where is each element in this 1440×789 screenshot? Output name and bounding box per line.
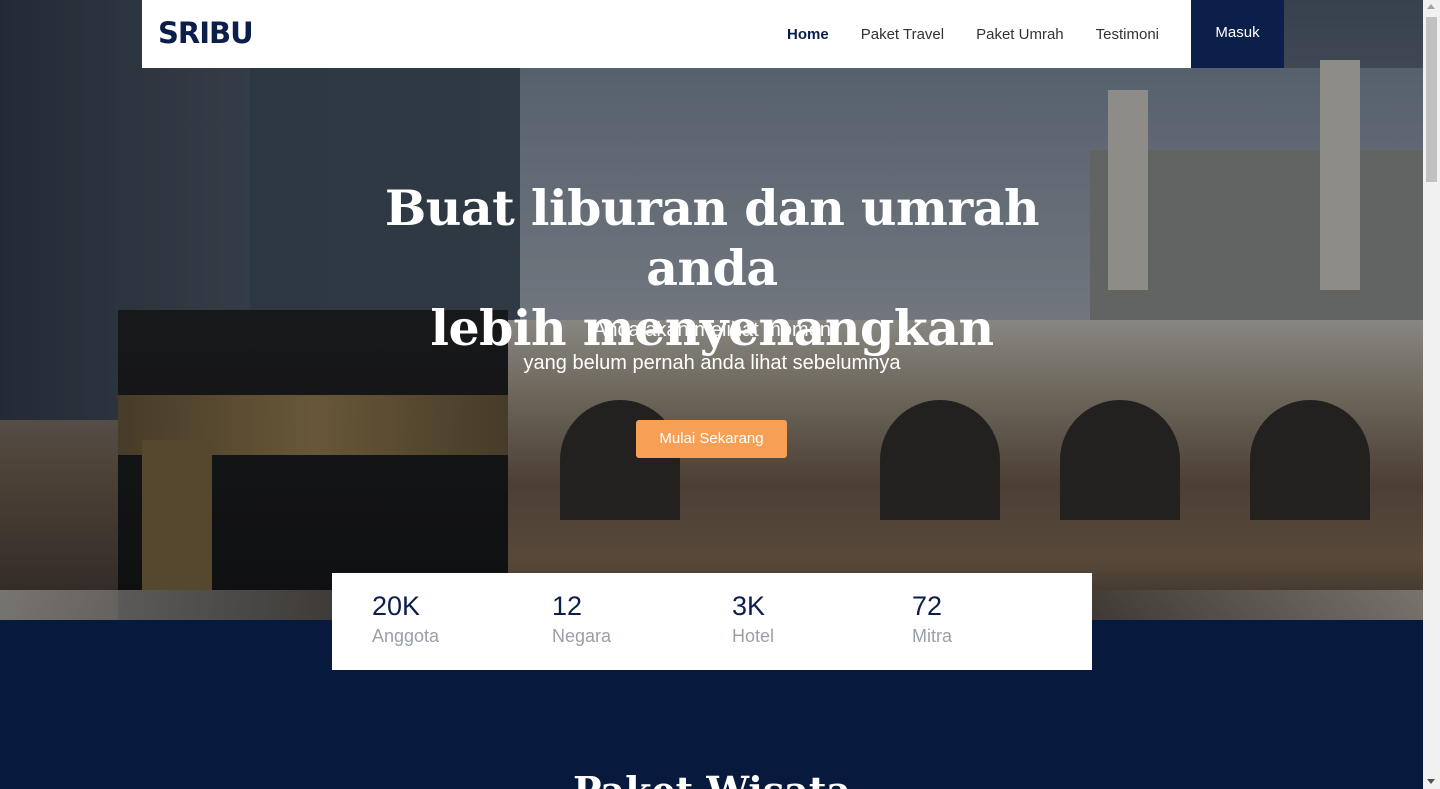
scroll-up-arrow-icon[interactable]	[1427, 4, 1435, 9]
nav-links: Home Paket Travel Paket Umrah Testimoni	[787, 0, 1159, 68]
nav-link-testimoni[interactable]: Testimoni	[1096, 26, 1159, 43]
nav-link-paket-umrah[interactable]: Paket Umrah	[976, 26, 1064, 43]
hero-title-line1: Buat liburan dan umrah anda	[384, 179, 1040, 297]
nav-link-paket-travel[interactable]: Paket Travel	[861, 26, 944, 43]
navbar: SRIBU Home Paket Travel Paket Umrah Test…	[142, 0, 1191, 68]
scroll-down-arrow-icon[interactable]	[1427, 779, 1435, 784]
stats-card: 20K Anggota 12 Negara 3K Hotel 72 Mitra	[332, 573, 1092, 670]
section-title: Paket Wisata	[412, 768, 1012, 789]
start-now-button[interactable]: Mulai Sekarang	[636, 420, 787, 458]
stat-label: Anggota	[372, 626, 440, 646]
nav-link-home[interactable]: Home	[787, 26, 829, 43]
stat-countries: 12 Negara	[552, 573, 732, 670]
stat-value: 72	[912, 591, 943, 621]
stat-label: Mitra	[912, 626, 952, 646]
stat-value: 20K	[372, 591, 421, 621]
hero-subtitle-line2: yang belum pernah anda lihat sebelumnya	[523, 352, 901, 374]
stat-label: Hotel	[732, 626, 775, 646]
login-button[interactable]: Masuk	[1191, 0, 1284, 68]
page-scrollbar[interactable]	[1423, 0, 1440, 789]
stat-label: Negara	[552, 626, 612, 646]
stat-members: 20K Anggota	[372, 573, 552, 670]
scrollbar-thumb[interactable]	[1426, 17, 1437, 182]
stat-value: 3K	[732, 591, 766, 621]
hero-section: Buat liburan dan umrah anda lebih menyen…	[0, 0, 1423, 620]
logo[interactable]: SRIBU	[158, 16, 254, 50]
hero-subtitle-line1: Anda akan melihat momen	[593, 319, 831, 341]
stat-partners: 72 Mitra	[912, 573, 1092, 670]
stat-value: 12	[552, 591, 583, 621]
stat-hotels: 3K Hotel	[732, 573, 912, 670]
